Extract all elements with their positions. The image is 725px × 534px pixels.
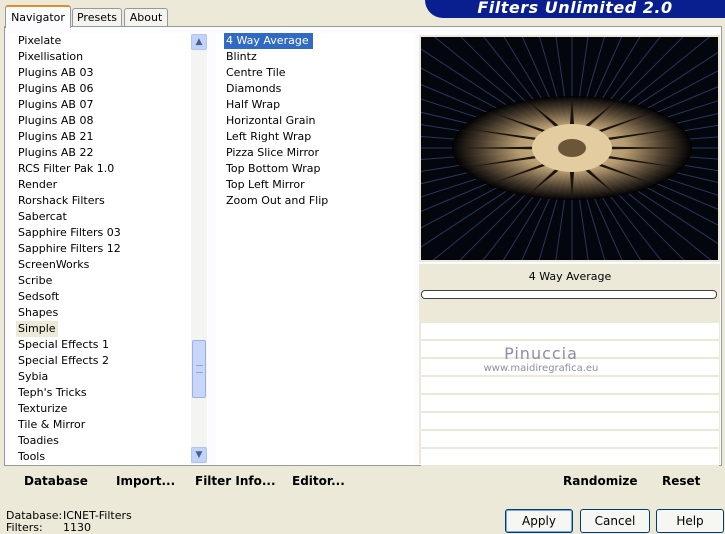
scroll-thumb[interactable] bbox=[192, 340, 206, 398]
editor-button[interactable]: Editor... bbox=[292, 474, 345, 488]
filter-info-button[interactable]: Filter Info... bbox=[195, 474, 276, 488]
category-item[interactable]: Plugins AB 06 bbox=[18, 81, 93, 97]
category-item[interactable]: Plugins AB 22 bbox=[18, 145, 93, 161]
category-item[interactable]: Toadies bbox=[18, 433, 59, 449]
category-item[interactable]: Sabercat bbox=[18, 209, 67, 225]
category-item[interactable]: Render bbox=[18, 177, 57, 193]
category-item[interactable]: Sybia bbox=[18, 369, 48, 385]
filter-item[interactable]: 4 Way Average bbox=[224, 33, 313, 49]
category-scrollbar[interactable]: ▲ ▼ bbox=[191, 34, 207, 464]
tab-presets[interactable]: Presets bbox=[72, 8, 122, 26]
category-item[interactable]: Scribe bbox=[18, 273, 52, 289]
parameter-row bbox=[421, 449, 719, 466]
filter-item[interactable]: Top Left Mirror bbox=[226, 177, 305, 193]
category-item[interactable]: Teph's Tricks bbox=[18, 385, 87, 401]
parameter-row bbox=[421, 323, 719, 340]
preview-progress-bar bbox=[421, 290, 717, 299]
category-item[interactable]: Rorshack Filters bbox=[18, 193, 105, 209]
category-item[interactable]: Plugins AB 03 bbox=[18, 65, 93, 81]
category-item[interactable]: ScreenWorks bbox=[18, 257, 89, 273]
cancel-button[interactable]: Cancel bbox=[580, 509, 650, 533]
category-item[interactable]: Special Effects 2 bbox=[18, 353, 109, 369]
category-item[interactable]: Tile & Mirror bbox=[18, 417, 85, 433]
category-item[interactable]: Plugins AB 08 bbox=[18, 113, 93, 129]
category-item[interactable]: Sapphire Filters 12 bbox=[18, 241, 121, 257]
reset-button[interactable]: Reset bbox=[662, 474, 700, 488]
category-item[interactable]: Sedsoft bbox=[18, 289, 59, 305]
watermark-site: www.maidiregrafica.eu bbox=[483, 363, 599, 374]
apply-button[interactable]: Apply bbox=[505, 509, 573, 533]
filter-item[interactable]: Pizza Slice Mirror bbox=[226, 145, 319, 161]
parameter-row bbox=[421, 395, 719, 412]
category-item[interactable]: Shapes bbox=[18, 305, 58, 321]
database-button[interactable]: Database bbox=[24, 474, 88, 488]
preview-image bbox=[421, 37, 718, 260]
chevron-down-icon: ▼ bbox=[195, 450, 203, 460]
filter-item[interactable]: Top Bottom Wrap bbox=[226, 161, 321, 177]
category-item[interactable]: RCS Filter Pak 1.0 bbox=[18, 161, 114, 177]
filter-item[interactable]: Centre Tile bbox=[226, 65, 286, 81]
category-item[interactable]: Texturize bbox=[18, 401, 67, 417]
category-item[interactable]: Tools bbox=[18, 449, 45, 465]
filter-item[interactable]: Diamonds bbox=[226, 81, 281, 97]
parameter-row bbox=[421, 413, 719, 430]
filter-item[interactable]: Blintz bbox=[226, 49, 257, 65]
category-item[interactable]: Pixellisation bbox=[18, 49, 83, 65]
chevron-up-icon: ▲ bbox=[195, 37, 203, 47]
category-item[interactable]: Sapphire Filters 03 bbox=[18, 225, 121, 241]
tab-about[interactable]: About bbox=[124, 8, 168, 26]
category-item[interactable]: Pixelate bbox=[18, 33, 61, 49]
randomize-button[interactable]: Randomize bbox=[563, 474, 637, 488]
scroll-grip-icon bbox=[196, 365, 203, 373]
help-button[interactable]: Help bbox=[656, 509, 724, 533]
category-item[interactable]: Special Effects 1 bbox=[18, 337, 109, 353]
import-button[interactable]: Import... bbox=[116, 474, 175, 488]
scroll-up-button[interactable]: ▲ bbox=[191, 34, 207, 50]
category-item[interactable]: Plugins AB 21 bbox=[18, 129, 93, 145]
tab-navigator[interactable]: Navigator bbox=[5, 5, 71, 28]
parameter-row bbox=[421, 377, 719, 394]
category-item[interactable]: Simple bbox=[16, 321, 58, 337]
watermark-name: Pinuccia bbox=[504, 344, 578, 363]
scroll-down-button[interactable]: ▼ bbox=[191, 447, 207, 463]
filter-item[interactable]: Left Right Wrap bbox=[226, 129, 311, 145]
app-banner: Filters Unlimited 2.0 bbox=[425, 0, 725, 18]
filter-item[interactable]: Zoom Out and Flip bbox=[226, 193, 328, 209]
filter-item[interactable]: Half Wrap bbox=[226, 97, 280, 113]
filter-item[interactable]: Horizontal Grain bbox=[226, 113, 315, 129]
parameter-row bbox=[421, 431, 719, 448]
watermark: Pinuccia www.maidiregrafica.eu bbox=[476, 344, 606, 374]
preview-filter-name: 4 Way Average bbox=[528, 270, 612, 283]
category-item[interactable]: Plugins AB 07 bbox=[18, 97, 93, 113]
